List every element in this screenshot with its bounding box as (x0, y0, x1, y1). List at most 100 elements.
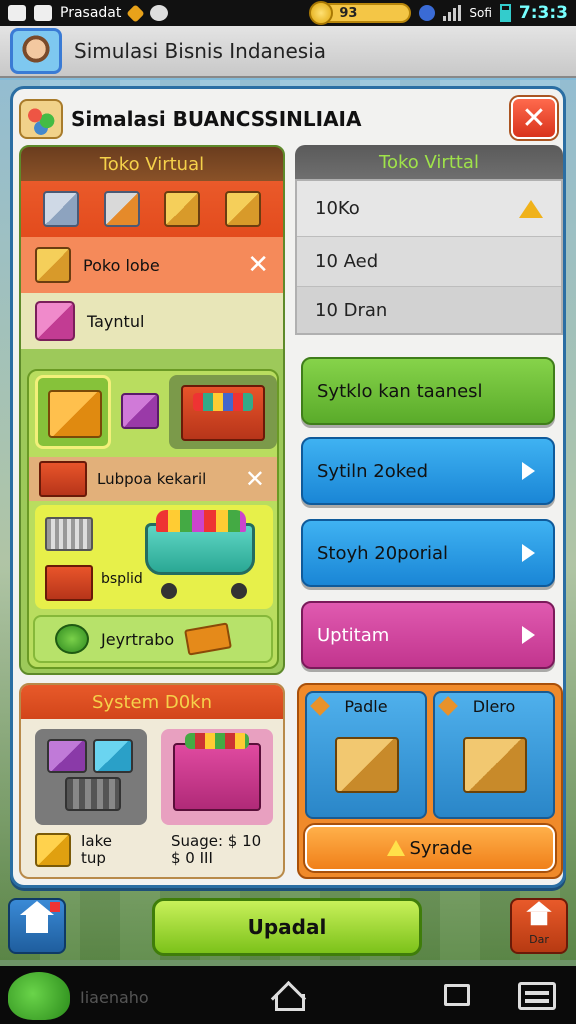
panel-header: Simalasi BUANCSSINLIAIA ✕ (19, 95, 557, 143)
blue-cube-icon (93, 739, 133, 773)
menu-button-pink[interactable]: Uptitam (301, 601, 555, 669)
system-panel: System D0kn Iake tup Suage: $ 10 $ 0 III (19, 683, 285, 879)
upgrade-card-label: Dlero (472, 697, 516, 716)
price-tag-icon (184, 622, 233, 656)
purple-box-icon[interactable] (121, 393, 159, 429)
shop-icon (526, 900, 552, 930)
inventory-tile[interactable] (35, 729, 147, 825)
package-icon (48, 390, 102, 438)
produce-crate-icon (181, 385, 265, 441)
virtual-store-header: Toko Virtual (21, 147, 283, 181)
panel-title: Simalasi BUANCSSINLIAIA (71, 107, 362, 131)
leaf-icon (55, 624, 89, 654)
yellow-box-icon[interactable] (164, 191, 201, 227)
menu-list-item[interactable]: 10Ko (297, 181, 561, 237)
cart-area[interactable]: bsplid (35, 505, 273, 609)
nav-recents-icon[interactable] (444, 984, 470, 1006)
list-item-label: Poko lobe (83, 255, 160, 275)
gift-box-icon (35, 301, 75, 341)
upgrade-card-label: Padle (344, 697, 388, 716)
storage-note-line: Suage: $ 10 (171, 832, 262, 850)
app-badge-icon (126, 3, 146, 23)
gallery-icon (34, 5, 52, 21)
goods-area: Lubpoa kekaril ✕ bsplid Jeyrtrabo (27, 369, 279, 669)
storage-note-line: $ 0 III (171, 849, 213, 868)
menu-button-label: Stoyh 20porial (317, 542, 449, 564)
box-icon (35, 247, 71, 283)
list-item[interactable]: Poko lobe ✕ (21, 237, 283, 293)
upgrade-button[interactable]: Syrade (305, 825, 555, 871)
green-action-label: Jeyrtrabo (101, 629, 175, 649)
system-footer-line: tup (81, 849, 106, 868)
selected-goods-tile[interactable] (35, 375, 111, 449)
status-app-name: Prasadat (60, 5, 122, 21)
menu-list: 10Ko 10 Aed 10 Dran (295, 179, 563, 335)
goods-box-icon (335, 737, 399, 793)
upgrade-button-label: Syrade (409, 837, 473, 859)
coin-value: 93 (339, 5, 358, 21)
nav-label: Iiaenaho (80, 988, 149, 1007)
signal-icon (443, 5, 462, 21)
basket-icon (45, 517, 93, 551)
cart-wheel (161, 583, 177, 599)
green-action-button[interactable]: Jeyrtrabo (33, 615, 273, 663)
coin-icon (309, 1, 334, 25)
frog-mascot-icon[interactable] (8, 972, 70, 1020)
chevron-right-icon (522, 626, 535, 644)
menu-button-label: Uptitam (317, 624, 390, 646)
cart-label: bsplid (101, 571, 143, 587)
storage-rack-icon (65, 777, 121, 811)
menu-button-green[interactable]: Sytklo kan taanesl (301, 357, 555, 425)
system-footer-line: Iake (81, 832, 112, 850)
produce-bin-icon (173, 733, 261, 811)
menu-list-label: 10 Aed (315, 251, 379, 272)
list-item[interactable]: Tayntul (21, 293, 283, 349)
yellow-box-icon (35, 833, 71, 868)
menu-button-label: Sytiln 2oked (317, 460, 429, 482)
blue-box-icon[interactable] (43, 191, 80, 227)
close-button[interactable]: ✕ (511, 97, 557, 139)
virtual-store-panel: Toko Virtual Poko lobe ✕ Tayntul Lubpoa … (19, 145, 285, 675)
app-header: Simulasi Bisnis Indanesia (0, 26, 576, 78)
carrier-label: Sofi (469, 6, 492, 20)
chevron-right-icon (522, 544, 535, 562)
upgrade-card[interactable]: Dlero (433, 691, 555, 819)
system-header: System D0kn (21, 685, 283, 719)
remove-icon[interactable]: ✕ (245, 465, 265, 493)
list-item[interactable]: Lubpoa kekaril ✕ (29, 457, 277, 501)
crate-icon (45, 565, 93, 601)
menu-button-blue[interactable]: Stoyh 20porial (301, 519, 555, 587)
cart-wheel (231, 583, 247, 599)
nav-menu-icon[interactable] (518, 982, 556, 1010)
system-nav-bar: Iiaenaho (0, 966, 576, 1024)
yellow-box-icon[interactable] (224, 191, 261, 227)
home-button[interactable] (8, 898, 66, 954)
messenger-icon (150, 5, 169, 21)
purple-cube-icon (47, 739, 87, 773)
coin-counter[interactable]: 93 (309, 1, 412, 25)
main-panel: Simalasi BUANCSSINLIAIA ✕ Toko Virtual P… (10, 86, 566, 888)
chevron-right-icon (522, 462, 535, 480)
list-item-label: Tayntul (87, 311, 145, 331)
user-avatar-icon[interactable] (10, 28, 62, 74)
nav-home-icon[interactable] (272, 982, 305, 1011)
remove-icon[interactable]: ✕ (247, 250, 269, 280)
blue-box-icon[interactable] (103, 191, 140, 227)
menu-list-label: 10 Dran (315, 299, 388, 321)
store-logo-icon (19, 99, 63, 139)
virtual-store-menu: Toko Virttal 10Ko 10 Aed 10 Dran Sytklo … (295, 145, 563, 675)
crate-tile[interactable] (169, 375, 277, 449)
bin-tile[interactable] (161, 729, 273, 825)
upgrade-card[interactable]: Padle (305, 691, 427, 819)
update-button[interactable]: Upadal (152, 898, 422, 956)
menu-button-blue[interactable]: Sytiln 2oked (301, 437, 555, 505)
close-icon: ✕ (521, 100, 547, 136)
update-button-label: Upadal (247, 915, 327, 939)
system-footer: Iake tup (35, 832, 112, 868)
warning-icon (519, 199, 543, 218)
menu-list-item[interactable]: 10 Dran (297, 287, 561, 333)
menu-list-item[interactable]: 10 Aed (297, 237, 561, 287)
storage-note: Suage: $ 10 $ 0 III (171, 832, 262, 868)
notification-icon (8, 5, 26, 21)
shop-button[interactable]: Dar (510, 898, 568, 954)
